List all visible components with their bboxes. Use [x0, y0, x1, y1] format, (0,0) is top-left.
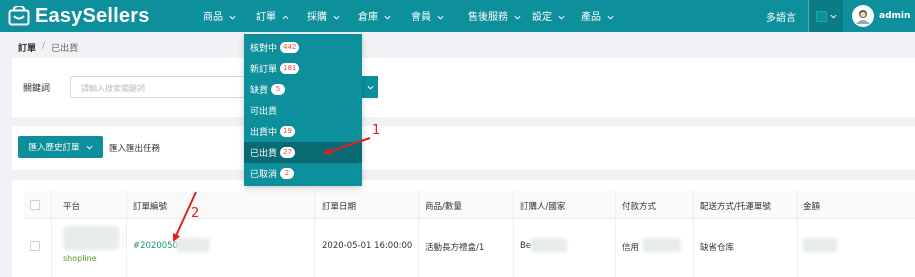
menu-label: 核對中 [250, 44, 278, 54]
header-amount[interactable]: 金額 [803, 200, 820, 212]
column-divider [513, 191, 514, 277]
redacted-amount [803, 238, 837, 252]
nav-purchase[interactable]: 採購 [307, 0, 340, 32]
breadcrumb-current: 已出貨 [51, 44, 79, 54]
menu-item-cancelled[interactable]: 已取消 2 [244, 163, 362, 184]
nav-products[interactable]: 商品 [203, 0, 236, 32]
column-divider [51, 191, 52, 277]
count-badge: 5 [271, 84, 286, 95]
breadcrumb-root[interactable]: 訂單 [18, 41, 36, 54]
theme-color-picker[interactable] [809, 0, 843, 32]
avatar [852, 5, 874, 27]
nav-members[interactable]: 會員 [411, 0, 444, 32]
count-badge: 19 [280, 126, 295, 137]
chevron-down-icon [367, 85, 373, 90]
menu-item-ready-to-ship[interactable]: 可出貨 [244, 100, 362, 121]
annotation-number-2: 2 [191, 206, 200, 221]
chevron-down-icon [607, 15, 614, 20]
order-date: 2020-05-01 16:00:00 [322, 241, 413, 251]
column-divider [418, 191, 419, 277]
menu-label: 新訂單 [250, 65, 278, 75]
chevron-down-icon [86, 145, 92, 150]
menu-item-shipping[interactable]: 出貨中 19 [244, 121, 362, 142]
chevron-down-icon [229, 15, 236, 20]
header-product-qty[interactable]: 商品/數量 [425, 200, 462, 212]
header-order-date[interactable]: 訂單日期 [322, 200, 356, 212]
nav-catalog[interactable]: 產品 [581, 0, 614, 32]
chevron-down-icon [384, 15, 391, 20]
nav-label: 訂單 [256, 11, 276, 23]
redacted-platform-logo [63, 226, 119, 250]
column-divider [797, 191, 798, 277]
nav-label: 產品 [581, 11, 601, 23]
count-badge: 442 [280, 42, 300, 53]
language-switch[interactable]: 多語言 [766, 0, 796, 32]
menu-label: 已取消 [250, 170, 278, 180]
color-swatch [815, 10, 827, 22]
app-name: EasySellers [35, 4, 150, 27]
import-button-label: 匯入歷史訂單 [28, 143, 80, 153]
chevron-down-icon [437, 15, 444, 20]
column-divider [693, 191, 694, 277]
menu-item-shipped[interactable]: 已出貨 27 [244, 142, 362, 163]
chevron-down-icon [514, 15, 521, 20]
column-divider [314, 191, 315, 277]
import-export-tasks-link[interactable]: 匯入匯出任務 [109, 142, 160, 154]
search-dropdown-toggle[interactable] [362, 76, 378, 98]
nav-label: 設定 [532, 11, 552, 23]
user-avatar-icon [856, 10, 870, 24]
row-checkbox[interactable] [30, 241, 40, 251]
nav-after-sales[interactable]: 售後服務 [468, 0, 521, 32]
nav-settings[interactable]: 設定 [532, 0, 565, 32]
menu-item-new-orders[interactable]: 新訂單 181 [244, 58, 362, 79]
payment-method: 信用 [622, 243, 640, 253]
nav-label: 售後服務 [468, 11, 508, 23]
breadcrumb-separator: / [42, 41, 46, 51]
breadcrumb: 訂單 / 已出貨 [18, 41, 78, 54]
nav-label: 倉庫 [358, 11, 378, 23]
redacted-buyer [531, 238, 567, 252]
select-all-checkbox[interactable] [30, 200, 40, 210]
count-badge: 2 [280, 168, 295, 179]
buyer-name: Be [520, 241, 532, 251]
username: admin [879, 11, 911, 21]
nav-label: 採購 [307, 11, 327, 23]
count-badge: 181 [280, 63, 300, 74]
header-buyer-country[interactable]: 訂購人/國家 [520, 200, 565, 212]
count-badge: 27 [280, 147, 295, 158]
keyword-label: 關鍵詞 [23, 84, 51, 94]
shipping-method: 缺省仓库 [700, 243, 735, 253]
header-platform[interactable]: 平台 [63, 200, 80, 212]
menu-label: 可出貨 [250, 107, 278, 117]
orders-dropdown-menu: 核對中 442 新訂單 181 缺貨 5 可出貨 出貨中 19 已出貨 27 已… [244, 34, 362, 186]
nav-label: 會員 [411, 11, 431, 23]
user-menu[interactable]: admin [852, 0, 910, 32]
nav-label: 商品 [203, 11, 223, 23]
top-navbar: EasySellers 商品 訂單 採購 倉庫 會員 售後服務 設定 產品 多語… [0, 0, 915, 32]
menu-item-checking[interactable]: 核對中 442 [244, 37, 362, 58]
chevron-down-icon [830, 14, 836, 19]
header-payment[interactable]: 付款方式 [622, 200, 656, 212]
chevron-down-icon [558, 15, 565, 20]
column-divider [126, 191, 127, 277]
chevron-down-icon [333, 15, 340, 20]
logo[interactable]: EasySellers [8, 3, 150, 29]
redacted-payment [643, 238, 681, 252]
platform-name: shopline [63, 254, 97, 263]
product-qty: 活動長方禮盒/1 [425, 243, 485, 253]
menu-label: 出貨中 [250, 128, 278, 138]
header-shipping[interactable]: 配送方式/托運單號 [700, 200, 771, 212]
redacted-order-suffix [176, 238, 210, 252]
import-history-orders-button[interactable]: 匯入歷史訂單 [18, 136, 103, 158]
nav-warehouse[interactable]: 倉庫 [358, 0, 391, 32]
menu-label: 已出貨 [250, 149, 278, 159]
menu-label: 缺貨 [250, 86, 269, 96]
column-divider [615, 191, 616, 277]
annotation-number-1: 1 [372, 123, 381, 138]
menu-item-out-of-stock[interactable]: 缺貨 5 [244, 79, 362, 100]
shopping-bag-icon [8, 6, 30, 26]
chevron-up-icon [282, 15, 289, 20]
nav-orders[interactable]: 訂單 [256, 0, 289, 32]
header-order-number[interactable]: 訂單編號 [133, 200, 167, 212]
